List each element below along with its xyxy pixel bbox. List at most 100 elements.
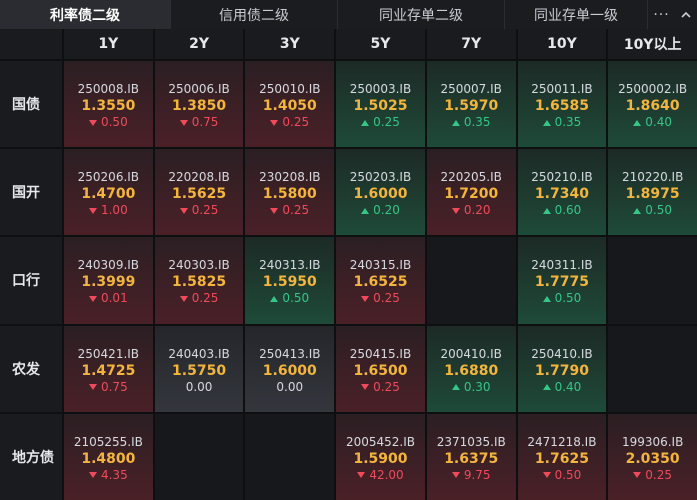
bond-cell[interactable]: 220208.IB 1.5625 0.25	[154, 149, 244, 236]
bond-cell[interactable]: 250415.IB 1.6500 0.25	[336, 325, 425, 412]
bond-cell[interactable]: 240303.IB 1.5825 0.25	[154, 237, 244, 324]
bond-cell[interactable]: 2500002.IB 1.8640 0.40	[608, 61, 697, 148]
bond-cell[interactable]: 250008.IB 1.3550 0.50	[64, 61, 153, 148]
triangle-down-icon	[270, 207, 279, 214]
triangle-down-icon	[179, 207, 188, 214]
bond-cell[interactable]: 210220.IB 1.8975 0.50	[608, 149, 697, 236]
yield-change: 0.35	[542, 115, 581, 130]
yield-change: 0.20	[361, 203, 400, 218]
bond-cell[interactable]: 240309.IB 1.3999 0.01	[64, 237, 153, 324]
bond-cell[interactable]: 199306.IB 2.0350 0.25	[608, 413, 697, 500]
yield-change: 9.75	[451, 468, 491, 483]
bond-code: 2371035.IB	[436, 434, 506, 449]
yield-change-value: 0.75	[100, 379, 128, 394]
bond-cell[interactable]: 240313.IB 1.5950 0.50	[245, 237, 335, 324]
row-header: 农发	[0, 325, 62, 412]
bond-yield: 1.5625	[172, 186, 227, 203]
triangle-down-icon	[88, 207, 97, 214]
bond-code: 250415.IB	[349, 346, 412, 361]
yield-change: 0.25	[270, 115, 309, 130]
bond-cell[interactable]: 240403.IB 1.5750 0.00	[154, 325, 244, 412]
bond-code: 250011.IB	[531, 82, 593, 96]
column-header: 1Y	[64, 29, 153, 59]
bond-cell[interactable]: 220205.IB 1.7200 0.20	[426, 149, 516, 236]
bond-code: 240313.IB	[259, 258, 321, 273]
yield-change-value: 0.25	[191, 291, 219, 306]
triangle-up-icon	[361, 119, 370, 126]
bond-cell[interactable]: 2105255.IB 1.4800 4.35	[64, 413, 153, 500]
more-tabs-button[interactable]: ···	[648, 0, 675, 29]
bond-code: 2471218.IB	[527, 434, 597, 449]
bond-yield: 1.6000	[353, 186, 408, 203]
yield-change: 1.00	[88, 203, 128, 218]
bond-yield: 1.7340	[534, 186, 589, 203]
bond-cell[interactable]: 250007.IB 1.5970 0.35	[426, 61, 516, 148]
yield-change-value: 0.01	[100, 291, 128, 306]
row-header: 口行	[0, 237, 62, 324]
bond-yield: 1.5025	[353, 98, 408, 114]
triangle-down-icon	[451, 207, 460, 214]
triangle-up-icon	[633, 207, 642, 214]
bond-cell[interactable]: 250210.IB 1.7340 0.60	[517, 149, 607, 236]
bond-cell[interactable]: 250010.IB 1.4050 0.25	[245, 61, 335, 148]
bond-cell[interactable]: 250206.IB 1.4700 1.00	[64, 149, 153, 236]
yield-change-value: 0.25	[282, 203, 310, 218]
yield-change: 0.50	[542, 291, 581, 306]
tab-bar: 利率债二级 信用债二级 同业存单二级 同业存单一级 ···	[0, 0, 697, 30]
triangle-up-icon	[451, 119, 460, 126]
bond-yield: 1.8975	[625, 186, 680, 203]
column-header: 2Y	[154, 29, 244, 59]
bond-cell[interactable]: 250410.IB 1.7790 0.40	[517, 325, 607, 412]
bond-cell[interactable]: 250413.IB 1.6000 0.00	[245, 325, 335, 412]
yield-change: 0.30	[451, 380, 491, 395]
bond-yield: 1.6880	[444, 362, 499, 379]
triangle-up-icon	[542, 207, 551, 214]
yield-change-value: 0.50	[282, 291, 310, 306]
bond-code: 2105255.IB	[73, 434, 143, 449]
bond-cell[interactable]: 250421.IB 1.4725 0.75	[64, 325, 153, 412]
bond-cell[interactable]: 250003.IB 1.5025 0.25	[336, 61, 425, 148]
bond-cell[interactable]: 240315.IB 1.6525 0.25	[336, 237, 425, 324]
bond-cell[interactable]: 200410.IB 1.6880 0.30	[426, 325, 516, 412]
collapse-button[interactable]	[675, 0, 697, 29]
bond-yield: 1.3550	[81, 98, 136, 114]
bond-cell[interactable]: 250006.IB 1.3850 0.75	[154, 61, 244, 148]
bond-cell[interactable]: 240311.IB 1.7775 0.50	[517, 237, 607, 324]
yield-change: 0.40	[542, 380, 581, 395]
yield-change: 0.50	[88, 115, 128, 130]
bond-code: 240315.IB	[349, 258, 412, 273]
yield-change-value: 0.25	[373, 291, 400, 306]
yield-change-value: 0.75	[191, 115, 219, 129]
bond-code: 220205.IB	[440, 170, 502, 185]
bond-cell[interactable]: 250011.IB 1.6585 0.35	[517, 61, 607, 148]
bond-code: 250003.IB	[349, 82, 412, 96]
column-header: 5Y	[336, 29, 425, 59]
triangle-up-icon	[542, 295, 551, 302]
bond-code: 250421.IB	[77, 346, 140, 361]
bond-code: 250006.IB	[168, 82, 230, 96]
triangle-up-icon	[361, 207, 370, 214]
bond-cell[interactable]: 2005452.IB 1.5900 42.00	[336, 413, 425, 500]
triangle-up-icon	[451, 384, 460, 391]
tab-ncd-primary[interactable]: 同业存单一级	[505, 0, 648, 29]
bond-cell[interactable]: 2371035.IB 1.6375 9.75	[426, 413, 516, 500]
bond-code: 199306.IB	[621, 434, 684, 449]
tab-rate-bond-secondary[interactable]: 利率债二级	[0, 0, 171, 29]
yield-change-value: 0.20	[373, 203, 400, 218]
bond-cell[interactable]: 230208.IB 1.5800 0.25	[245, 149, 335, 236]
bond-code: 2500002.IB	[618, 82, 688, 96]
bond-code: 200410.IB	[440, 346, 502, 361]
yield-change-value: 0.50	[554, 467, 582, 482]
triangle-down-icon	[179, 295, 188, 302]
bond-yield: 1.6525	[353, 274, 408, 291]
bond-cell[interactable]: 2471218.IB 1.7625 0.50	[517, 413, 607, 500]
triangle-down-icon	[633, 472, 642, 479]
yield-change: 0.75	[88, 379, 128, 395]
tab-ncd-secondary[interactable]: 同业存单二级	[338, 0, 505, 29]
yield-change: 0.20	[451, 203, 491, 218]
row-header: 地方债	[0, 413, 62, 500]
bond-cell[interactable]: 250203.IB 1.6000 0.20	[336, 149, 425, 236]
yield-change-value: 0.00	[276, 379, 304, 394]
bond-code: 240311.IB	[531, 258, 593, 273]
tab-credit-bond-secondary[interactable]: 信用债二级	[171, 0, 338, 29]
